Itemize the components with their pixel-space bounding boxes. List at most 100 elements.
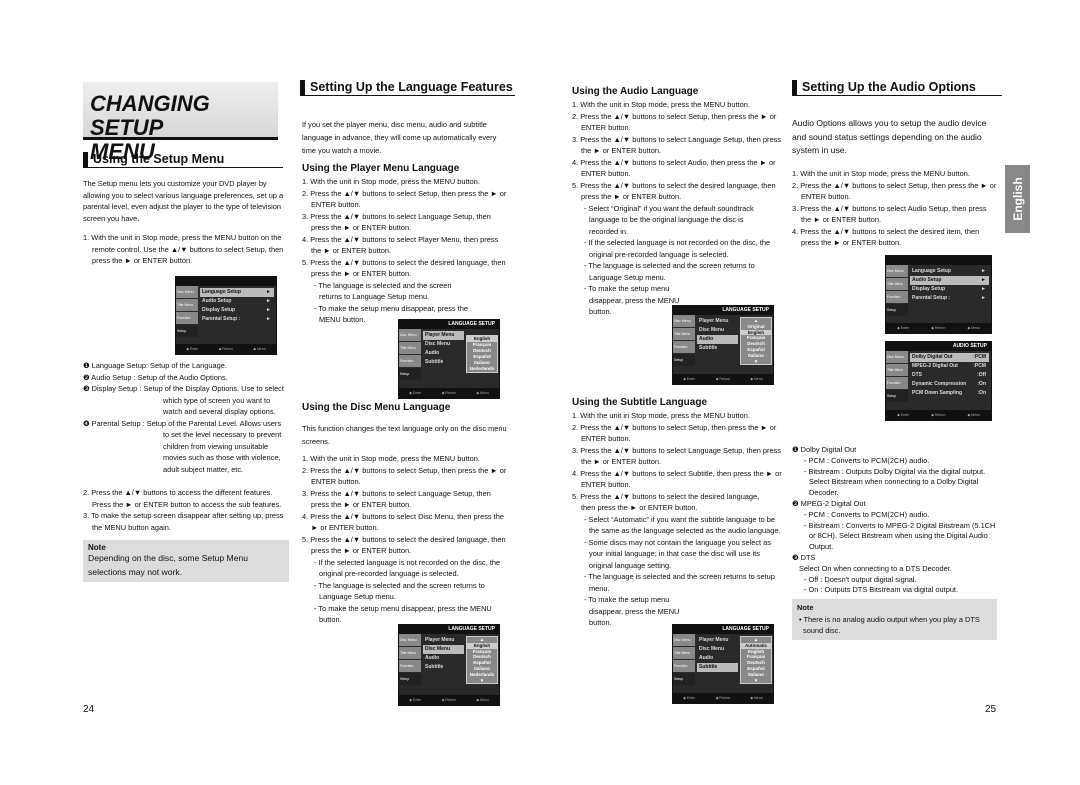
- note-title: Note: [88, 543, 106, 552]
- subtitle-language-screenshot: LANGUAGE SETUP Disc Menu Title Menu Functi…: [672, 624, 774, 704]
- sl-sub-3: - The language is selected and the scree…: [584, 572, 775, 593]
- audio-item-dts: DTS:Off: [912, 372, 986, 378]
- ao-step-1: 1. With the unit in Stop mode, press the…: [792, 169, 970, 178]
- language-options: English Français Deutsch Español Italiano Ned…: [466, 335, 498, 373]
- audio-setup-menu-screenshot: Disc Menu Title Menu Function Setup Languag…: [885, 255, 992, 334]
- menu-item-parental-setup: Parental Setup : ►: [912, 295, 986, 301]
- heading-player-menu: Using the Player Menu Language: [302, 163, 460, 174]
- sl-step-2: 2. Press the ▲/▼ buttons to select Setup…: [572, 422, 777, 444]
- item-audio: Audio: [425, 350, 440, 356]
- chapter-title-box: CHANGING SETUP MENU: [83, 82, 278, 164]
- pm-step-1: 1. With the unit in Stop mode, press the…: [302, 177, 480, 186]
- heading-disc-menu: Using the Disc Menu Language: [302, 402, 451, 413]
- pm-sub-1: - The language is selected and the scree…: [314, 280, 452, 302]
- al-step-4: 4. Press the ▲/▼ buttons to select Audio…: [572, 157, 776, 179]
- dm-sub-3: - To make the setup menu disappear, pres…: [314, 603, 492, 625]
- note-box: Note Depending on the disc, some Setup M…: [83, 540, 289, 582]
- audio-language-steps: 1. With the unit in Stop mode, press the…: [572, 99, 782, 318]
- pm-step-3: 3. Press the ▲/▼ buttons to select Langu…: [302, 211, 491, 233]
- detail-dts-off: - Off : Doesn't output digital signal.: [804, 574, 917, 584]
- menu-item-parental-setup: Parental Setup : ►: [202, 316, 271, 322]
- item-disc-menu: Disc Menu: [423, 645, 464, 654]
- menu-item-audio-setup: Audio Setup ►: [910, 276, 989, 285]
- menu-sidebar: Disc Menu Title Menu Function Setup: [673, 634, 695, 693]
- ao-step-4: 4. Press the ▲/▼ buttons to select the d…: [792, 226, 980, 248]
- language-options: ▲ English Français Deutsch Español Italiano Ne…: [466, 636, 498, 685]
- heading-subtitle-language: Using the Subtitle Language: [572, 397, 708, 408]
- menu-header: LANGUAGE SETUP: [673, 625, 773, 634]
- section-heading-audio-options: Setting Up the Audio Options: [792, 80, 1002, 96]
- dm-step-1: 1. With the unit in Stop mode, press the…: [302, 454, 480, 463]
- side-title-menu: Title Menu: [176, 299, 198, 311]
- item-disc-menu: Disc Menu: [699, 646, 725, 652]
- side-disc-menu: Disc Menu: [176, 286, 198, 298]
- detail-dts-heading: ❸ DTS: [792, 552, 816, 562]
- audio-note-box: Note • There is no analog audio output w…: [792, 599, 997, 640]
- item-player-menu: Player Menu: [699, 318, 729, 324]
- pm-step-5: 5. Press the ▲/▼ buttons to select the d…: [302, 257, 506, 279]
- disc-menu-steps: This function changes the text language …: [302, 422, 510, 626]
- dm-intro: This function changes the text language …: [302, 424, 507, 446]
- audio-setup-options-screenshot: AUDIO SETUP Disc Menu Title Menu Function S…: [885, 341, 992, 421]
- item-disc-menu: Disc Menu: [699, 327, 725, 333]
- menu-items: Player Menu Disc Menu Audio Subtitle: [697, 317, 738, 353]
- step-1: 1. With the unit in Stop mode, press the…: [83, 233, 284, 265]
- menu-sidebar: Disc Menu Title Menu Function Setup: [399, 329, 421, 388]
- audio-item-dynamic-compression: Dynamic Compression:On: [912, 381, 986, 387]
- sl-step-1: 1. With the unit in Stop mode, press the…: [572, 411, 750, 420]
- menu-footer: ◆ Enter ◆ Return ◆ Menu: [886, 323, 991, 333]
- ao-step-3: 3. Press the ▲/▼ buttons to select Audio…: [792, 203, 987, 225]
- menu-item-audio-setup: Audio Setup ►: [202, 298, 271, 304]
- audio-language-screenshot: LANGUAGE SETUP Disc Menu Title Menu Functi…: [672, 305, 774, 385]
- dm-step-4: 4. Press the ▲/▼ buttons to select Disc …: [302, 511, 504, 533]
- menu-item-display-setup: Display Setup ►: [912, 286, 986, 292]
- item-player-menu: Player Menu: [423, 331, 464, 340]
- menu-items: Player Menu Disc Menu Audio Subtitle: [697, 636, 738, 672]
- menu-sidebar: Disc Menu Title Menu Function Setup: [673, 315, 695, 374]
- item-audio: Audio: [699, 655, 714, 661]
- item-subtitle: Subtitle: [697, 663, 738, 672]
- language-intro: If you set the player menu, disc menu, a…: [302, 120, 497, 155]
- menu-footer: ◆ Enter ◆ Return ◆ Menu: [399, 695, 499, 705]
- al-step-1: 1. With the unit in Stop mode, press the…: [572, 100, 750, 109]
- pm-step-2: 2. Press the ▲/▼ buttons to select Setup…: [302, 188, 507, 210]
- detail-mpeg2-pcm: - PCM : Converts to PCM(2CH) audio.: [804, 509, 930, 519]
- menu-footer: ◆ Enter ◆ Return ◆ Menu: [399, 388, 499, 398]
- dm-sub-2: - The language is selected and the scree…: [314, 580, 485, 602]
- menu-item-display-setup: Display Setup ►: [202, 307, 271, 313]
- language-options: ▲ Original English Français Deutsch Español It…: [740, 317, 772, 366]
- menu-header: [176, 277, 276, 286]
- language-options: ▲ Automatic English Français Deutsch Español I…: [740, 636, 772, 685]
- disc-menu-screenshot: LANGUAGE SETUP Disc Menu Title Menu Functi…: [398, 624, 500, 706]
- menu-footer: ◆ Enter ◆ Return ◆ Menu: [673, 693, 773, 703]
- player-menu-screenshot: LANGUAGE SETUP Disc Menu Title Menu Functi…: [398, 319, 500, 399]
- item-player-menu: Player Menu: [699, 637, 729, 643]
- def-language: ❶ Language Setup: Setup of the Language.: [83, 361, 227, 370]
- detail-mpeg2-heading: ❷ MPEG-2 Digital Out: [792, 498, 866, 508]
- def-parental: ❹ Parental Setup : Setup of the Parental…: [83, 418, 282, 474]
- side-setup: Setup: [176, 325, 198, 337]
- pm-step-4: 4. Press the ▲/▼ buttons to select Playe…: [302, 234, 499, 256]
- section-heading-language: Setting Up the Language Features: [300, 80, 515, 96]
- menu-items: Player Menu Disc Menu Audio Subtitle: [423, 636, 464, 672]
- dm-sub-1: - If the selected language is not record…: [314, 557, 501, 579]
- detail-dolby-pcm: - PCM : Converts to PCM(2CH) audio.: [804, 455, 930, 465]
- audio-item-dolby: Dolby Digital Out:PCM: [910, 353, 989, 362]
- al-step-5: 5. Press the ▲/▼ buttons to select the d…: [572, 180, 776, 202]
- audio-options-steps: 1. With the unit in Stop mode, press the…: [792, 168, 997, 249]
- menu-header: [886, 256, 991, 265]
- al-step-2: 2. Press the ▲/▼ buttons to select Setup…: [572, 111, 777, 133]
- menu-sidebar: Disc Menu Title Menu Function Setup: [399, 634, 421, 695]
- dm-step-5: 5. Press the ▲/▼ buttons to select the d…: [302, 534, 506, 556]
- menu-sidebar: Disc Menu Title Menu Function Setup: [886, 265, 908, 323]
- heading-audio-language: Using the Audio Language: [572, 86, 699, 97]
- item-player-menu: Player Menu: [425, 637, 455, 643]
- detail-dolby-bitstream: - Bitstream : Outputs Dolby Digital via …: [804, 466, 986, 498]
- audio-item-mpeg2: MPEG-2 Digital Out:PCM: [912, 363, 986, 369]
- sl-step-4: 4. Press the ▲/▼ buttons to select Subti…: [572, 468, 782, 490]
- item-audio: Audio: [697, 335, 738, 344]
- step-3: 3. To make the setup screen disappear af…: [83, 511, 284, 532]
- audio-item-pcm-down-sampling: PCM Down Sampling:On: [912, 390, 986, 396]
- section-heading-setup-menu: Using the Setup Menu: [83, 152, 283, 168]
- sl-sub-2: - Some discs may not contain the languag…: [584, 537, 771, 570]
